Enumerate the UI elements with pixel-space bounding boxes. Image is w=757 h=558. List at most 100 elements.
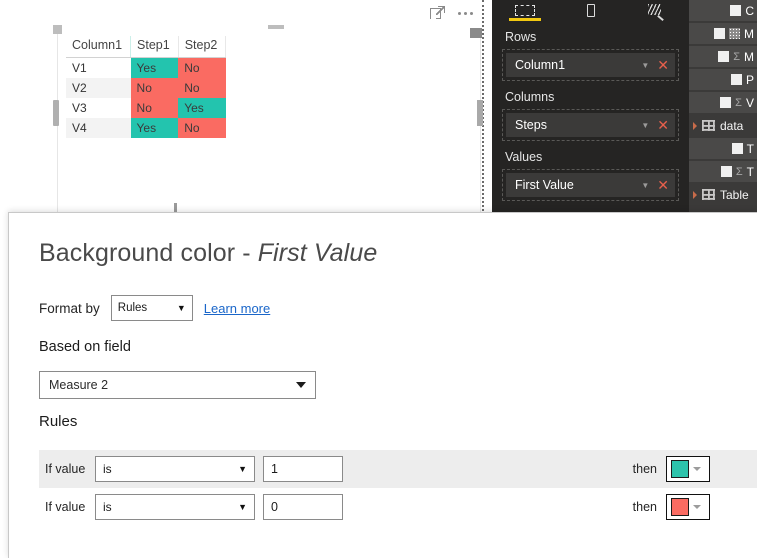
remove-field-icon[interactable]: ✕ xyxy=(657,178,669,192)
rule-value-input[interactable]: 0 xyxy=(263,494,343,520)
table-icon xyxy=(702,120,715,131)
more-options-icon[interactable] xyxy=(458,6,473,20)
matrix-cell[interactable]: No xyxy=(130,98,179,118)
expand-collapse-icon[interactable] xyxy=(693,190,697,199)
table-label: data xyxy=(720,118,744,133)
tab-format[interactable] xyxy=(558,0,624,21)
field-checkbox[interactable] xyxy=(720,97,732,108)
matrix-col-header[interactable]: Step1 xyxy=(130,36,179,58)
matrix-row-header[interactable]: V2 xyxy=(66,78,131,98)
color-swatch[interactable] xyxy=(671,498,689,516)
rule-row[interactable]: If value is ▼ 1 then xyxy=(39,450,757,488)
matrix-cell[interactable]: Yes xyxy=(178,98,226,118)
page-title: Background color - First Value xyxy=(39,239,377,268)
well-dropzone-values[interactable]: First Value ▼ ✕ xyxy=(502,169,679,201)
table-group-header[interactable]: Table xyxy=(689,184,757,205)
resize-handle-top-left[interactable] xyxy=(53,25,62,34)
matrix-row-header[interactable]: V4 xyxy=(66,118,131,138)
rule-operator-select[interactable]: is ▼ xyxy=(95,456,255,482)
field-pill-label: Column1 xyxy=(515,58,566,72)
focus-mode-icon[interactable] xyxy=(430,6,445,20)
field-pill-rows[interactable]: Column1 ▼ ✕ xyxy=(506,53,675,77)
matrix-cell[interactable]: No xyxy=(130,78,179,98)
rule-if-label: If value xyxy=(45,462,86,476)
format-by-label: Format by xyxy=(39,300,100,316)
tab-analytics[interactable] xyxy=(623,0,689,21)
expand-collapse-icon[interactable] xyxy=(693,121,697,130)
visual-header-toolbar[interactable] xyxy=(430,6,473,20)
rule-operator-value: is xyxy=(103,500,112,514)
matrix-table[interactable]: Column1 Step1 Step2 V1 Yes No V2 No No V… xyxy=(66,36,227,138)
field-checkbox[interactable] xyxy=(720,166,732,177)
table-row[interactable]: V4 Yes No xyxy=(66,118,226,138)
field-label: M xyxy=(744,26,754,41)
matrix-cell[interactable]: Yes xyxy=(130,118,179,138)
table-row[interactable]: V3 No Yes xyxy=(66,98,226,118)
list-item[interactable]: M xyxy=(689,23,757,44)
based-on-field-select[interactable]: Measure 2 xyxy=(39,371,316,399)
matrix-col-header[interactable]: Step2 xyxy=(178,36,227,58)
chevron-down-icon[interactable] xyxy=(693,505,701,509)
fields-panel[interactable]: C M Σ M P Σ V data T Σ T Table xyxy=(689,0,757,215)
chevron-down-icon[interactable] xyxy=(693,467,701,471)
list-item[interactable]: P xyxy=(689,69,757,90)
screen: Column1 Step1 Step2 V1 Yes No V2 No No V… xyxy=(0,0,757,558)
list-item[interactable]: Σ T xyxy=(689,161,757,182)
list-item[interactable]: Σ M xyxy=(689,46,757,67)
rule-operator-value: is xyxy=(103,462,112,476)
matrix-col-header[interactable]: Column1 xyxy=(66,36,132,58)
chevron-down-icon xyxy=(296,382,306,388)
field-checkbox[interactable] xyxy=(731,143,743,154)
sigma-icon: Σ xyxy=(733,50,740,63)
chevron-down-icon[interactable]: ▼ xyxy=(641,181,649,190)
sigma-icon: Σ xyxy=(735,165,743,178)
field-checkbox[interactable] xyxy=(718,51,730,62)
rule-value-input[interactable]: 1 xyxy=(263,456,343,482)
rule-color-picker[interactable] xyxy=(666,494,710,520)
matrix-cell[interactable]: No xyxy=(178,57,226,78)
matrix-cell[interactable]: Yes xyxy=(130,57,179,78)
visualizations-panel: Rows Column1 ▼ ✕ Columns Steps ▼ ✕ Value… xyxy=(492,0,689,215)
rule-color-picker[interactable] xyxy=(666,456,710,482)
magnifier-icon xyxy=(648,3,664,21)
based-on-field-value: Measure 2 xyxy=(49,378,109,392)
rule-if-label: If value xyxy=(45,500,86,514)
resize-handle-right[interactable] xyxy=(477,100,483,126)
well-dropzone-rows[interactable]: Column1 ▼ ✕ xyxy=(502,49,679,81)
matrix-cell[interactable]: No xyxy=(178,78,226,98)
visualizations-tab-strip[interactable] xyxy=(492,0,689,21)
color-swatch[interactable] xyxy=(671,460,689,478)
based-on-field-label: Based on field xyxy=(39,339,131,355)
list-item[interactable]: T xyxy=(689,138,757,159)
list-item[interactable]: C xyxy=(689,0,757,21)
field-checkbox[interactable] xyxy=(730,74,742,85)
chevron-down-icon[interactable]: ▼ xyxy=(641,121,649,130)
well-dropzone-columns[interactable]: Steps ▼ ✕ xyxy=(502,109,679,141)
table-row[interactable]: V2 No No xyxy=(66,78,226,98)
report-canvas[interactable]: Column1 Step1 Step2 V1 Yes No V2 No No V… xyxy=(0,0,492,215)
table-icon xyxy=(702,189,715,200)
rule-operator-select[interactable]: is ▼ xyxy=(95,494,255,520)
field-pill-columns[interactable]: Steps ▼ ✕ xyxy=(506,113,675,137)
learn-more-link[interactable]: Learn more xyxy=(204,301,270,316)
format-by-value: Rules xyxy=(117,302,148,314)
table-group-header[interactable]: data xyxy=(689,115,757,136)
resize-handle-left[interactable] xyxy=(53,100,59,126)
resize-handle-top-right[interactable] xyxy=(470,28,482,38)
field-checkbox[interactable] xyxy=(714,28,725,39)
field-pill-values[interactable]: First Value ▼ ✕ xyxy=(506,173,675,197)
dialog-resize-grip[interactable] xyxy=(174,203,177,212)
format-by-select[interactable]: Rules ▼ xyxy=(110,295,193,321)
resize-handle-top[interactable] xyxy=(268,25,284,29)
remove-field-icon[interactable]: ✕ xyxy=(657,118,669,132)
matrix-row-header[interactable]: V3 xyxy=(66,98,131,118)
rule-row[interactable]: If value is ▼ 0 then xyxy=(39,488,757,526)
tab-fields[interactable] xyxy=(492,0,558,21)
table-row[interactable]: V1 Yes No xyxy=(66,57,226,78)
list-item[interactable]: Σ V xyxy=(689,92,757,113)
matrix-row-header[interactable]: V1 xyxy=(66,57,131,78)
field-checkbox[interactable] xyxy=(730,5,742,16)
chevron-down-icon[interactable]: ▼ xyxy=(641,61,649,70)
remove-field-icon[interactable]: ✕ xyxy=(657,58,669,72)
matrix-cell[interactable]: No xyxy=(178,118,226,138)
